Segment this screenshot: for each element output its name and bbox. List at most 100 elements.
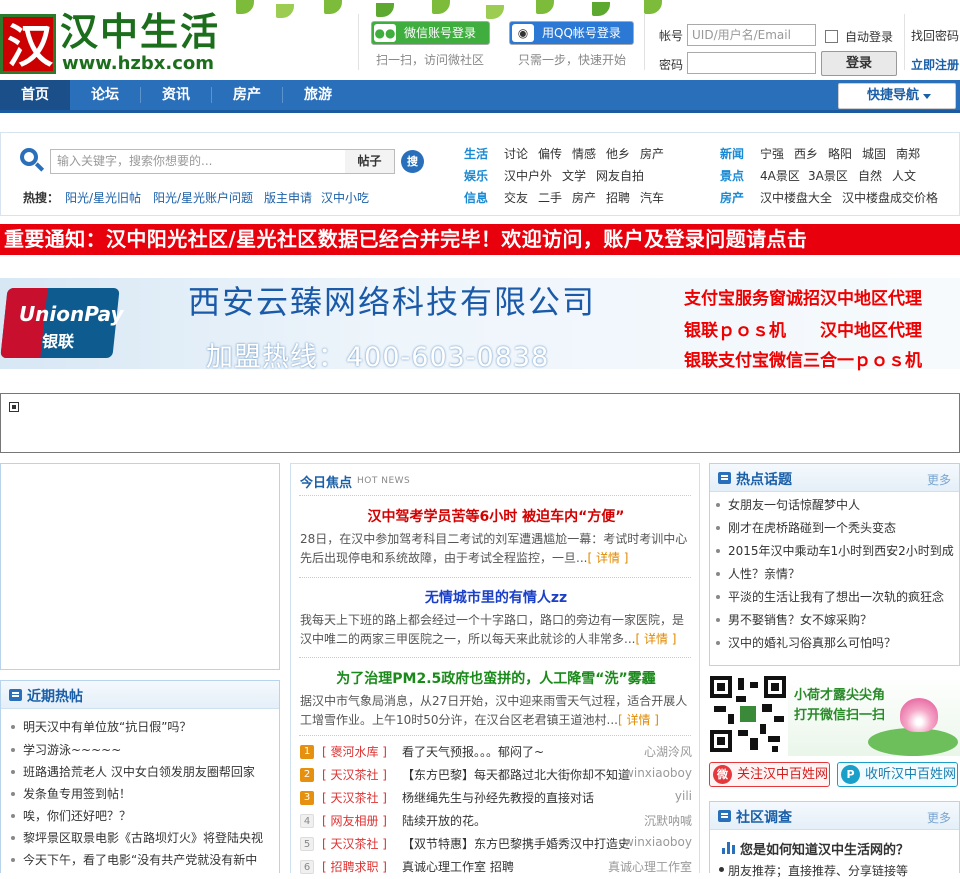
category-link[interactable]: 招聘	[606, 189, 630, 206]
category-link[interactable]: 人文	[892, 167, 916, 184]
search-button[interactable]: 搜	[401, 150, 424, 173]
category-link[interactable]: 宁强	[760, 145, 784, 162]
category-head-fun[interactable]: 娱乐	[464, 167, 488, 184]
category-head-property[interactable]: 房产	[720, 189, 744, 206]
category-link[interactable]: 房产	[572, 189, 596, 206]
list-item[interactable]: 发条鱼专用签到帖！	[11, 785, 131, 802]
search-type-select[interactable]: 帖子	[345, 149, 395, 174]
category-link[interactable]: 偏传	[538, 145, 562, 162]
qq-login-button[interactable]: ◉ 用QQ帐号登录	[509, 21, 634, 45]
category-link[interactable]: 汉中户外	[504, 167, 552, 184]
site-logo[interactable]: 汉 汉中生活 www.hzbx.com	[0, 8, 218, 74]
search-input[interactable]: 输入关键字，搜索你想要的...	[50, 149, 346, 174]
survey-option[interactable]: 朋友推荐；直接推荐、分享链接等	[718, 862, 908, 879]
list-item[interactable]: 人性？亲情？	[716, 565, 800, 582]
category-link[interactable]: 城固	[862, 145, 886, 162]
article-summary: 我每天上下班的路上都会经过一个十字路口，路口的旁边有一家医院，是汉中唯二的两家三…	[300, 613, 685, 646]
panel-subtitle: HOT NEWS	[357, 476, 411, 486]
list-item[interactable]: 2015年汉中乘动车1小时到西安2小时到成	[716, 542, 954, 559]
category-head-scenic[interactable]: 景点	[720, 167, 744, 184]
account-input[interactable]: UID/用户名/Email	[687, 24, 816, 46]
banner-line: 银联支付宝微信三合一ｐｏｓ机	[684, 351, 922, 371]
category-link[interactable]: 南郑	[896, 145, 920, 162]
list-item[interactable]: 男不娶销售？女不嫁采购？	[716, 611, 872, 628]
ranked-post[interactable]: 1[ 褒河水库 ] 看了天气预报。。。郁闷了~ 心湖泠风	[300, 743, 694, 763]
nav-news[interactable]: 资讯	[141, 80, 211, 110]
ad-banner[interactable]: UnionPay 银联 西安云臻网络科技有限公司 加盟热线：400-603-08…	[0, 278, 960, 373]
quick-nav-button[interactable]: 快捷导航	[838, 83, 956, 109]
ranked-post[interactable]: 6[ 招聘求职 ] 真诚心理工作室 招聘 真诚心理工作室	[300, 858, 694, 878]
list-item[interactable]: 平淡的生活让我有了想出一次轨的疯狂念	[716, 588, 944, 605]
wechat-login-button[interactable]: ●● 微信账号登录	[371, 21, 490, 45]
category-head-news[interactable]: 新闻	[720, 145, 744, 162]
list-item[interactable]: 女朋友一句话惊醒梦中人	[716, 496, 860, 513]
list-item[interactable]: 汉中的婚礼习俗真那么可怕吗？	[716, 634, 896, 651]
wechat-hint: 扫一扫，访问微社区	[376, 53, 485, 67]
hot-search-link[interactable]: 版主申请	[264, 189, 312, 206]
category-link[interactable]: 网友自拍	[596, 167, 644, 184]
article-summary: 据汉中市气象局消息，从27日开始，汉中迎来雨雪天气过程，适合开展人工增雪作业。上…	[300, 694, 688, 727]
category-link[interactable]: 略阳	[828, 145, 852, 162]
promo-line: 打开微信扫一扫	[794, 708, 886, 723]
list-item[interactable]: 唉，你们还好吧？？	[11, 807, 131, 824]
category-head-info[interactable]: 信息	[464, 189, 488, 206]
article-headline[interactable]: 为了治理PM2.5政府也蛮拼的，人工降雪“洗”雾霾	[291, 668, 701, 688]
panel-title: 近期热帖	[27, 689, 83, 705]
listen-radio-button[interactable]: P 收听汉中百姓网	[837, 762, 958, 787]
category-link[interactable]: 4A景区	[760, 167, 800, 184]
list-item[interactable]: 学习游泳~~~~~	[11, 741, 121, 758]
category-link[interactable]: 他乡	[606, 145, 630, 162]
nav-home[interactable]: 首页	[0, 80, 70, 110]
panel-title: 今日焦点	[300, 476, 353, 491]
category-link[interactable]: 交友	[504, 189, 528, 206]
nav-property[interactable]: 房产	[212, 80, 282, 110]
read-more-link[interactable]: [ 详情 ]	[635, 632, 676, 646]
nav-forum[interactable]: 论坛	[70, 80, 140, 110]
hot-search-link[interactable]: 阳光/星光旧帖	[65, 189, 141, 206]
ranked-post[interactable]: 2[ 天汉茶社 ] 【东方巴黎】每天都路过北大街你却不知道 winxiaoboy	[300, 766, 694, 786]
qq-penguin-icon: ◉	[512, 24, 534, 42]
category-link[interactable]: 西乡	[794, 145, 818, 162]
search-section: 输入关键字，搜索你想要的... 帖子 搜 热搜： 阳光/星光旧帖 阳光/星光账户…	[0, 132, 960, 216]
notice-banner[interactable]: 重要通知：汉中阳光社区/星光社区数据已经合并完毕！欢迎访问，账户及登录问题请点击	[0, 224, 960, 255]
category-link[interactable]: 汽车	[640, 189, 664, 206]
category-link[interactable]: 汉中楼盘成交价格	[842, 189, 938, 206]
register-link[interactable]: 立即注册	[911, 56, 959, 73]
category-link[interactable]: 自然	[858, 167, 882, 184]
list-item[interactable]: 明天汉中有单位放“抗日假”吗？	[11, 718, 191, 735]
hot-search-link[interactable]: 汉中小吃	[321, 189, 369, 206]
login-button[interactable]: 登录	[821, 51, 897, 76]
category-head-life[interactable]: 生活	[464, 145, 488, 162]
panel-title: 热点话题	[736, 472, 792, 488]
follow-weibo-button[interactable]: 微关注汉中百姓网	[709, 762, 830, 787]
article-headline[interactable]: 汉中驾考学员苦等6小时 被迫车内“方便”	[291, 506, 701, 526]
forgot-password-link[interactable]: 找回密码	[911, 27, 959, 44]
more-link[interactable]: 更多	[927, 471, 951, 488]
remember-checkbox[interactable]	[825, 30, 838, 43]
category-link[interactable]: 房产	[640, 145, 664, 162]
category-link[interactable]: 二手	[538, 189, 562, 206]
category-link[interactable]: 情感	[572, 145, 596, 162]
list-item[interactable]: 黎坪景区取景电影《古路坝灯火》将登陆央视	[11, 829, 263, 846]
category-link[interactable]: 文学	[562, 167, 586, 184]
password-input[interactable]	[687, 52, 816, 74]
more-link[interactable]: 更多	[927, 809, 951, 826]
ranked-post[interactable]: 5[ 天汉茶社 ] 【双节特惠】东方巴黎携手婚秀汉中打造史 winxiaoboy	[300, 835, 694, 855]
category-link[interactable]: 讨论	[504, 145, 528, 162]
promo-line: 小荷才露尖尖角	[794, 688, 886, 703]
list-item[interactable]: 刚才在虎桥路碰到一个秃头变态	[716, 519, 896, 536]
account-label: 帐号	[659, 29, 684, 43]
article-headline[interactable]: 无情城市里的有情人zz	[291, 587, 701, 607]
survey-question[interactable]: 您是如何知道汉中生活网的？	[740, 839, 909, 858]
ranked-post[interactable]: 3[ 天汉茶社 ] 杨继绳先生与孙经先教授的直接对话 yili	[300, 789, 694, 809]
read-more-link[interactable]: [ 详情 ]	[587, 551, 628, 565]
list-item[interactable]: 班路遇拾荒老人 汉中女白领发朋友圈帮回家	[11, 763, 255, 780]
category-link[interactable]: 汉中楼盘大全	[760, 189, 832, 206]
read-more-link[interactable]: [ 详情 ]	[618, 713, 659, 727]
article-summary: 28日，在汉中参加驾考科目二考试的刘军遭遇尴尬一幕：考试时考训中心先后出现停电和…	[300, 532, 688, 565]
ranked-post[interactable]: 4[ 网友相册 ] 陆续开放的花。 沉默呐喊	[300, 812, 694, 832]
category-link[interactable]: 3A景区	[808, 167, 848, 184]
list-item[interactable]: 今天下午，看了电影“没有共产党就没有新中	[11, 851, 257, 868]
nav-travel[interactable]: 旅游	[283, 80, 353, 110]
hot-search-link[interactable]: 阳光/星光账户问题	[153, 189, 253, 206]
